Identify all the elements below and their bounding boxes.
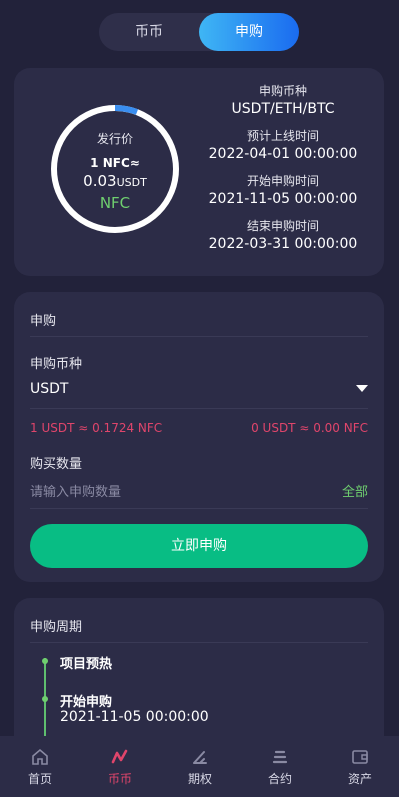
bottom-tab-bar: 首页 币币 期权 合约 资产 xyxy=(0,736,399,797)
issue-price-unit: USDT xyxy=(116,176,147,189)
step-start-title: 开始申购 xyxy=(60,695,113,710)
tabbar-item-assets[interactable]: 资产 xyxy=(320,736,399,797)
rate-total-estimate: 0 USDT ≈ 0.00 NFC xyxy=(251,421,368,435)
start-time-value: 2021-11-05 00:00:00 xyxy=(208,191,358,207)
tabbar-item-options[interactable]: 期权 xyxy=(160,736,240,797)
divider xyxy=(30,642,368,643)
start-time-info: 开始申购时间 2021-11-05 00:00:00 xyxy=(198,172,368,207)
tabbar-label-options: 期权 xyxy=(187,772,212,786)
step-start-time: 2021-11-05 00:00:00 xyxy=(60,709,209,725)
timeline-dot xyxy=(42,658,48,664)
divider xyxy=(30,336,368,337)
all-amount-button[interactable]: 全部 xyxy=(342,481,368,500)
issue-price-amount: 0.03USDT xyxy=(50,172,180,190)
tabbar-label-coin: 币币 xyxy=(107,772,132,786)
rate-usdt-to-nfc: 1 USDT ≈ 0.1724 NFC xyxy=(30,421,163,435)
contract-icon xyxy=(272,750,288,764)
quantity-label: 购买数量 xyxy=(30,457,83,472)
tabbar-label-assets: 资产 xyxy=(347,772,372,786)
issue-price-number: 0.03 xyxy=(83,172,117,190)
tabbar-label-contract: 合约 xyxy=(267,772,292,786)
tabbar-item-home[interactable]: 首页 xyxy=(0,736,80,797)
subscribe-now-button[interactable]: 立即申购 xyxy=(30,524,368,568)
currency-select-value[interactable]: USDT xyxy=(30,381,68,397)
home-icon xyxy=(32,748,48,765)
timeline-dot xyxy=(42,696,48,702)
summary-card: 发行价 1 NFC≈ 0.03USDT NFC 申购币种 USDT/ETH/BT… xyxy=(14,68,384,276)
step-preheat-title: 项目预热 xyxy=(60,657,113,672)
wallet-icon xyxy=(352,750,368,764)
start-time-label: 开始申购时间 xyxy=(246,174,319,188)
issue-price-label: 发行价 xyxy=(96,132,133,146)
top-segment-control: 币币 申购 xyxy=(99,13,299,51)
subscribe-period-card: 申购周期 项目预热 开始申购 2021-11-05 00:00:00 xyxy=(14,598,384,758)
issue-price-ratio: 1 NFC≈ xyxy=(90,156,140,170)
options-icon xyxy=(193,751,207,764)
tab-spot[interactable]: 币币 xyxy=(99,13,199,51)
coin-icon xyxy=(111,749,128,764)
tabbar-item-coin[interactable]: 币币 xyxy=(80,736,160,797)
subscribe-currency-label: 申购币种 xyxy=(258,84,307,98)
end-time-label: 结束申购时间 xyxy=(246,219,319,233)
tabbar-item-contract[interactable]: 合约 xyxy=(240,736,320,797)
subscribe-currency-info: 申购币种 USDT/ETH/BTC xyxy=(198,82,368,117)
subscribe-currency-value: USDT/ETH/BTC xyxy=(231,101,335,117)
chevron-down-icon[interactable] xyxy=(356,385,368,392)
currency-label: 申购币种 xyxy=(30,357,83,372)
issue-token-name: NFC xyxy=(99,194,131,212)
price-ring-content: 发行价 1 NFC≈ 0.03USDT NFC xyxy=(50,104,180,234)
listing-time-info: 预计上线时间 2022-04-01 00:00:00 xyxy=(198,127,368,162)
divider xyxy=(30,408,368,409)
tab-subscribe[interactable]: 申购 xyxy=(199,13,299,51)
subscribe-form-card: 申购 申购币种 USDT 1 USDT ≈ 0.1724 NFC 0 USDT … xyxy=(14,292,384,582)
form-title: 申购 xyxy=(30,314,57,329)
period-title: 申购周期 xyxy=(30,620,83,635)
quantity-input[interactable]: 请输入申购数量 xyxy=(30,481,121,500)
tabbar-label-home: 首页 xyxy=(27,772,52,786)
end-time-value: 2022-03-31 00:00:00 xyxy=(208,236,358,252)
end-time-info: 结束申购时间 2022-03-31 00:00:00 xyxy=(198,217,368,252)
listing-time-label: 预计上线时间 xyxy=(246,129,319,143)
listing-time-value: 2022-04-01 00:00:00 xyxy=(208,146,358,162)
divider xyxy=(30,508,368,509)
